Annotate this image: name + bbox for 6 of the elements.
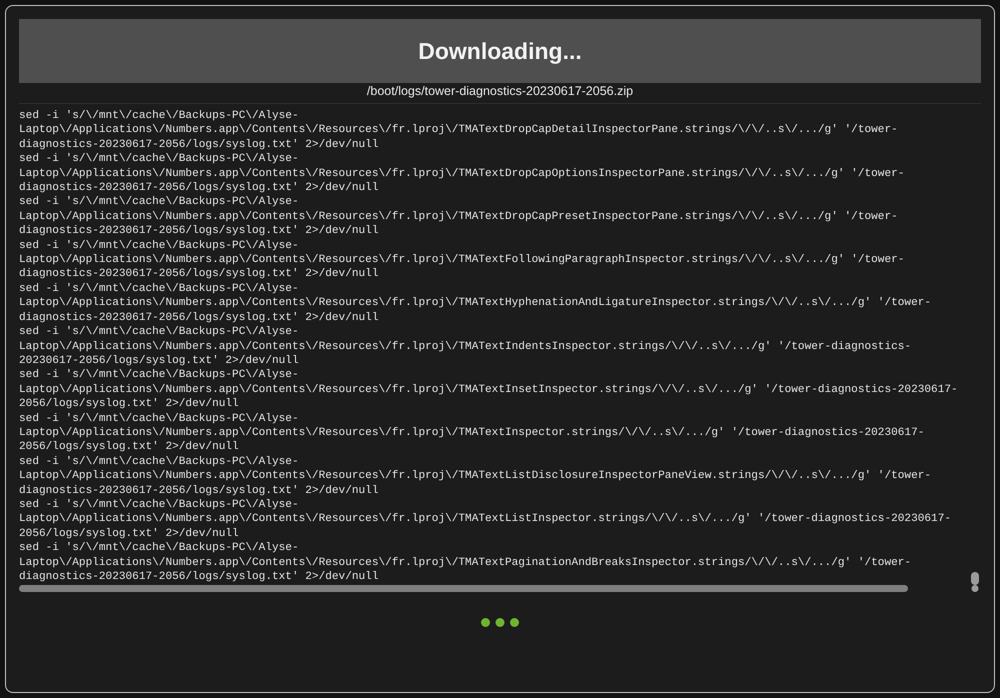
log-entry: sed -i 's/\/mnt\/cache\/Backups-PC\/Alyse- Laptop\/Applications\/Numbers.app\/Contents\/Resources\/fr.lproj\/TMATextPaginationAndBreaksInspector.strings/\/\/..s\/.../g' '/tower- diagnostics-20230617-2056/logs/syslog.txt' 2>/dev/null bbox=[19, 541, 912, 584]
horizontal-scrollbar-thumb[interactable] bbox=[19, 585, 908, 592]
vertical-scrollbar-thumb[interactable] bbox=[971, 572, 979, 592]
loading-dots-icon bbox=[481, 618, 519, 628]
file-path: /boot/logs/tower-diagnostics-20230617-2056.zip bbox=[366, 83, 634, 99]
dialog-title: Downloading... bbox=[418, 38, 582, 64]
